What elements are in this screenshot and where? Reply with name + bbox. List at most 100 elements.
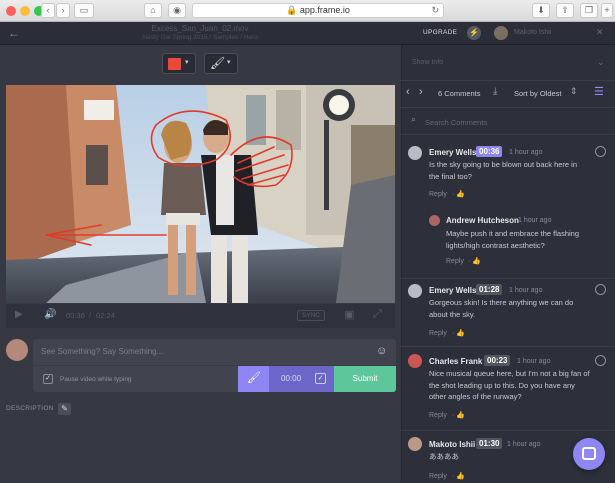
- home-icon[interactable]: ⌂: [144, 3, 162, 18]
- avatar[interactable]: [494, 26, 508, 40]
- next-icon[interactable]: ›: [419, 86, 423, 98]
- comment-composer: See Something? Say Something... ☺ ✓ Paus…: [33, 339, 396, 392]
- description-label: DESCRIPTION: [6, 405, 54, 412]
- back-icon[interactable]: ‹: [41, 3, 55, 18]
- reply-button[interactable]: Reply: [429, 330, 447, 337]
- divider: [401, 278, 615, 279]
- browser-toolbar: ‹ › ▭ ⌂ ◉ 🔒 app.frame.io ↻ ⬇ ⇪ ❐ +: [0, 0, 615, 22]
- new-tab-icon[interactable]: +: [601, 3, 613, 18]
- reply-button[interactable]: Reply: [446, 258, 464, 265]
- edit-icon[interactable]: ✎: [58, 403, 71, 415]
- upgrade-button[interactable]: UPGRADE: [423, 29, 457, 36]
- timecode-checkbox[interactable]: ✓: [315, 373, 326, 384]
- emoji-icon[interactable]: ☺: [376, 345, 387, 357]
- video-frame[interactable]: [6, 85, 395, 303]
- divider: [401, 430, 615, 431]
- divider: [401, 80, 615, 81]
- like-icon[interactable]: · 👍: [452, 411, 465, 419]
- close-window-button[interactable]: [6, 6, 16, 16]
- chat-launcher-button[interactable]: [573, 438, 605, 470]
- sort-chevron-icon: ⇕: [570, 86, 578, 96]
- privacy-icon[interactable]: ◉: [168, 3, 186, 18]
- app-header: ← Excess_San_Juan_02.mov Nasty Gal Sprin…: [0, 22, 615, 45]
- sort-dropdown[interactable]: Sort by Oldest: [514, 89, 562, 98]
- url-text: app.frame.io: [299, 5, 350, 15]
- reply-button[interactable]: Reply: [429, 412, 447, 419]
- comment-timecode[interactable]: 00:36: [476, 146, 503, 157]
- forward-icon[interactable]: ›: [56, 3, 70, 18]
- comment-author: Emery Wells: [429, 286, 477, 295]
- sidebar-icon[interactable]: ▭: [74, 3, 94, 18]
- download-icon[interactable]: ⤓: [493, 86, 497, 97]
- filter-list-icon[interactable]: ☰: [594, 85, 604, 98]
- player-controls: ▶ 🔊 00:36 / 02:24 SYNC ▣ ⤢: [6, 304, 395, 328]
- comment-timecode[interactable]: 01:28: [476, 284, 503, 295]
- fullscreen-icon[interactable]: ⤢: [373, 308, 382, 321]
- comment-timecode[interactable]: 01:30: [476, 438, 503, 449]
- complete-checkbox[interactable]: [595, 284, 606, 295]
- timecode-value: 00:00: [281, 374, 302, 383]
- current-time: 00:36: [66, 311, 85, 320]
- download-icon[interactable]: ⬇: [532, 3, 550, 18]
- comment-text: Gorgeous skin! Is there anything we can …: [429, 298, 574, 319]
- comment-timecode[interactable]: 00:23: [484, 355, 511, 366]
- url-field[interactable]: 🔒 app.frame.io ↻: [192, 3, 444, 18]
- comment-time: 1 hour ago: [517, 358, 551, 365]
- chevron-down-icon: ▾: [185, 59, 189, 66]
- avatar: [408, 146, 422, 160]
- minimize-window-button[interactable]: [20, 6, 30, 16]
- avatar: [6, 339, 28, 361]
- chat-icon: [582, 447, 596, 460]
- avatar: [429, 215, 440, 226]
- divider: [401, 134, 615, 135]
- reply-button[interactable]: Reply: [429, 191, 447, 198]
- comment-time: 1 hour ago: [509, 149, 543, 156]
- divider: [401, 346, 615, 347]
- lightning-icon[interactable]: ⚡: [467, 26, 481, 40]
- comments-count: 6 Comments: [438, 89, 481, 98]
- like-icon[interactable]: · 👍: [452, 190, 465, 198]
- close-icon[interactable]: ✕: [596, 27, 604, 38]
- pause-label: Pause video while typing: [60, 376, 132, 383]
- play-icon[interactable]: ▶: [15, 309, 23, 320]
- color-swatch: [168, 58, 181, 70]
- submit-button[interactable]: Submit: [334, 366, 396, 392]
- like-icon[interactable]: · 👍: [452, 329, 465, 337]
- previous-icon[interactable]: ‹: [406, 86, 410, 98]
- complete-checkbox[interactable]: [595, 355, 606, 366]
- tabs-icon[interactable]: ❐: [580, 3, 598, 18]
- like-icon[interactable]: · 👍: [468, 257, 481, 265]
- brush-tool-button[interactable]: 🖌 ▾: [204, 53, 238, 74]
- share-icon[interactable]: ⇪: [556, 3, 574, 18]
- time-separator: /: [89, 311, 92, 320]
- avatar: [408, 354, 422, 368]
- timecode-field[interactable]: 00:00 ✓: [269, 366, 334, 392]
- breadcrumb: Nasty Gal Spring 2015 / Samples / Hero: [142, 34, 258, 41]
- pause-checkbox[interactable]: ✓: [43, 374, 53, 384]
- comment-time: 1 hour ago: [509, 287, 543, 294]
- total-time: 02:24: [96, 311, 115, 320]
- like-icon[interactable]: · 👍: [452, 472, 465, 480]
- divider: [401, 107, 615, 108]
- reload-icon[interactable]: ↻: [431, 4, 439, 17]
- color-picker-button[interactable]: ▾: [162, 53, 196, 74]
- picture-in-picture-icon[interactable]: ▣: [344, 308, 354, 321]
- lock-icon: 🔒: [286, 5, 298, 15]
- comment-author: Makoto Ishii: [429, 440, 476, 449]
- show-info-toggle[interactable]: Show Info: [412, 59, 443, 66]
- volume-icon[interactable]: 🔊: [44, 309, 56, 320]
- comment-text: Nice musical queue here, but I'm not a b…: [429, 369, 590, 401]
- chevron-down-icon[interactable]: ⌄: [597, 57, 605, 68]
- sync-button[interactable]: SYNC: [297, 310, 326, 321]
- comment-text: Is the sky going to be blown out back he…: [429, 160, 578, 181]
- complete-checkbox[interactable]: [595, 146, 606, 157]
- search-comments-input[interactable]: Search Comments: [425, 118, 487, 127]
- avatar: [408, 284, 422, 298]
- comment-input[interactable]: See Something? Say Something...: [41, 347, 163, 356]
- brush-annotation-button[interactable]: 🖌: [238, 366, 269, 392]
- brush-icon: 🖌: [247, 372, 261, 384]
- comment-time: 1 hour ago: [507, 441, 541, 448]
- comment-text: Maybe push it and embrace the flashing li…: [446, 229, 579, 250]
- reply-button[interactable]: Reply: [429, 473, 447, 480]
- comment-author: Emery Wells: [429, 148, 477, 157]
